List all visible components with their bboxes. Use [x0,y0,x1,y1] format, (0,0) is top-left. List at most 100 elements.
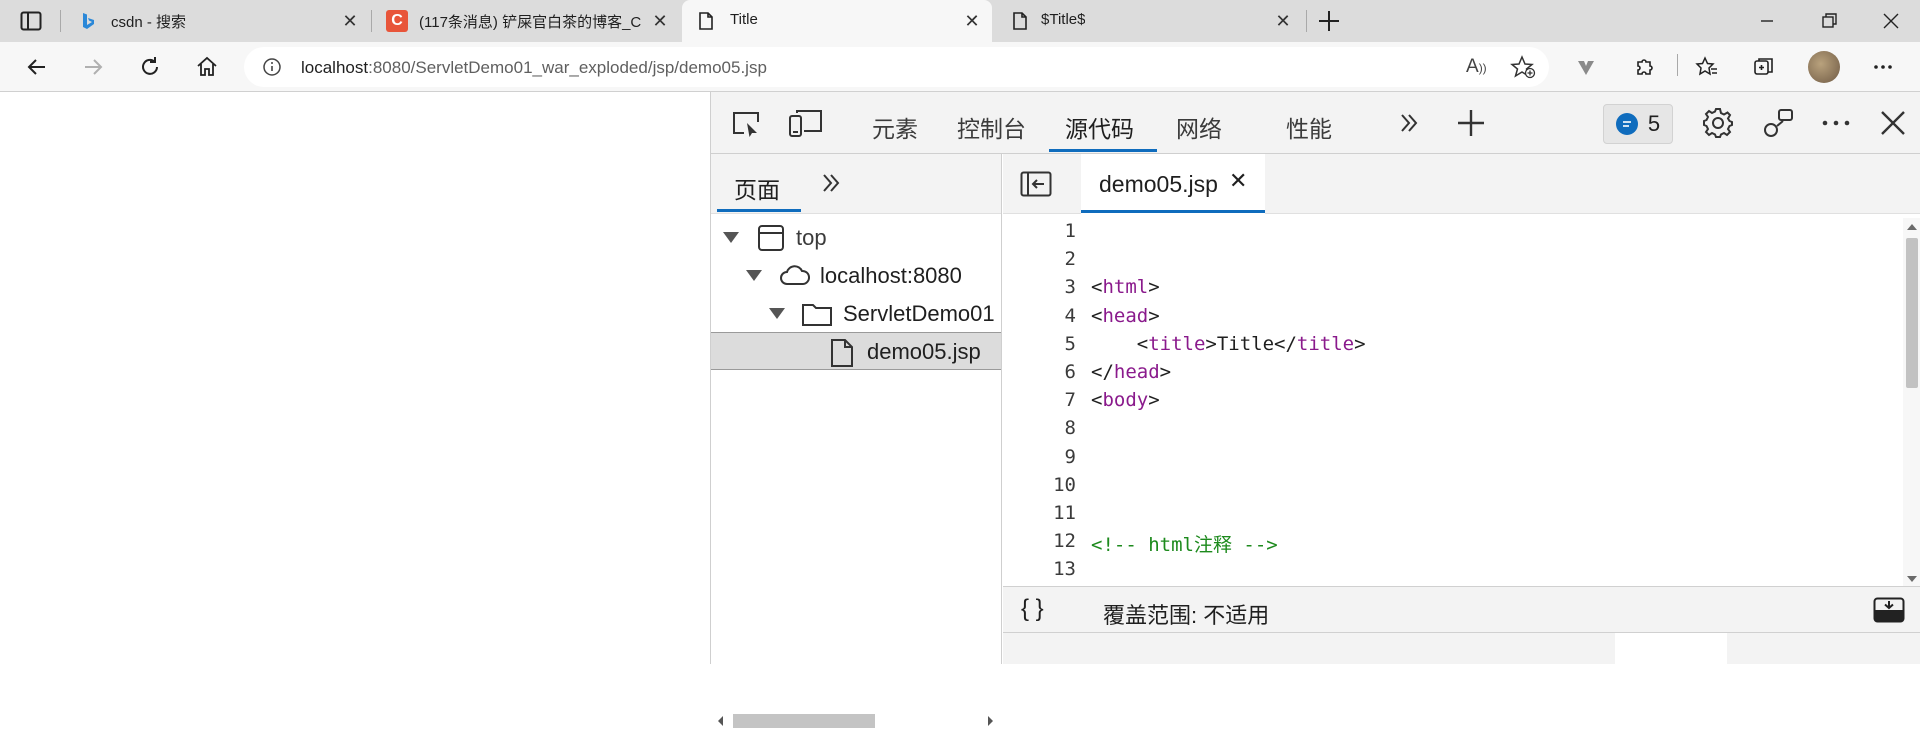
forward-button[interactable] [76,50,110,84]
toggle-navigator-icon[interactable] [1020,171,1052,197]
tree-item-top[interactable]: top [711,218,1001,256]
avatar[interactable] [1808,51,1840,83]
code-line[interactable]: 4 <head> [1003,305,1903,333]
new-tab-button[interactable] [1316,8,1342,34]
tab-elements[interactable]: 元素 [872,110,918,144]
refresh-button[interactable] [133,50,167,84]
extension-v-icon[interactable] [1569,50,1603,84]
line-number[interactable]: 6 [1003,361,1076,383]
close-icon[interactable]: ✕ [1272,10,1294,32]
line-number[interactable]: 4 [1003,305,1076,327]
back-button[interactable] [20,50,54,84]
tab-separator [60,10,61,32]
code-line[interactable]: 3 <html> [1003,276,1903,304]
file-tab-label: demo05.jsp [1099,171,1218,197]
line-number[interactable]: 13 [1003,558,1076,580]
info-icon[interactable] [262,57,282,77]
line-number[interactable]: 3 [1003,276,1076,298]
tab-performance[interactable]: 性能 [1286,110,1332,144]
customize-icon[interactable] [1758,103,1798,143]
add-favorite-icon[interactable] [1510,55,1536,79]
more-tabs-chevron-icon[interactable] [1389,103,1429,143]
more-options-icon[interactable] [1866,50,1900,84]
address-bar[interactable]: localhost:8080/ServletDemo01_war_explode… [244,47,1549,87]
drawer-tab[interactable] [1615,633,1727,665]
line-number[interactable]: 9 [1003,446,1076,468]
device-emulation-icon[interactable] [786,104,826,144]
tab-actions-icon[interactable] [20,11,42,31]
add-tab-icon[interactable] [1451,103,1491,143]
line-number[interactable]: 2 [1003,248,1076,270]
extensions-icon[interactable] [1627,50,1661,84]
close-devtools-icon[interactable] [1873,103,1913,143]
close-icon[interactable]: ✕ [961,10,983,32]
code-text: <title>Title</title> [1091,332,1366,355]
tab-console[interactable]: 控制台 [957,110,1026,144]
active-tab-indicator [717,209,801,212]
browser-tab-dollar-title[interactable]: $Title$ ✕ [996,0,1306,42]
code-line[interactable]: 12 <!-- html注释 --> [1003,530,1903,558]
read-aloud-icon[interactable]: A)) [1466,56,1490,78]
pretty-print-button[interactable]: { } [1021,595,1044,623]
line-number[interactable]: 8 [1003,417,1076,439]
code-line[interactable]: 5 <title>Title</title> [1003,333,1903,361]
page-viewport[interactable] [0,93,710,664]
expand-triangle-icon[interactable] [769,308,785,319]
vertical-scrollbar[interactable] [1903,218,1920,588]
editor-file-tab[interactable]: demo05.jsp ✕ [1081,154,1265,214]
tree-item-demo05-jsp[interactable]: demo05.jsp [711,332,1001,370]
code-line[interactable]: 6 </head> [1003,361,1903,389]
expand-triangle-icon[interactable] [746,270,762,281]
collections-icon[interactable] [1747,50,1781,84]
tree-item-localhost[interactable]: localhost:8080 [711,256,1001,294]
browser-tab-csdn-blog[interactable]: C (117条消息) 铲屎官白茶的博客_C ✕ [374,0,679,42]
code-text: </head> [1091,361,1172,383]
tab-title: csdn - 搜索 [111,14,187,31]
close-icon[interactable]: ✕ [649,10,671,32]
code-area[interactable]: 1 2 3 <html> 4 <head> 5 <title>Title</title> 6 <… [1003,220,1903,586]
code-line[interactable]: 1 [1003,220,1903,248]
line-number[interactable]: 11 [1003,502,1076,524]
folder-icon [801,300,833,328]
scrollbar-thumb[interactable] [1906,238,1918,388]
inspect-element-icon[interactable] [726,104,766,144]
editor-status-bar: { } 覆盖范围: 不适用 [1003,586,1920,632]
code-line[interactable]: 9 [1003,446,1903,474]
code-line[interactable]: 7 <body> [1003,389,1903,417]
code-line[interactable]: 8 [1003,417,1903,445]
settings-gear-icon[interactable] [1698,103,1738,143]
code-line[interactable]: 2 [1003,248,1903,276]
navigator-header: 页面 [711,154,1001,214]
code-text: <html> [1091,276,1160,299]
home-button[interactable] [190,50,224,84]
more-options-icon[interactable] [1816,103,1856,143]
more-tabs-chevron-icon[interactable] [819,171,843,195]
line-number[interactable]: 5 [1003,333,1076,355]
line-number[interactable]: 1 [1003,220,1076,242]
tab-page[interactable]: 页面 [734,171,780,205]
horizontal-scrollbar[interactable] [711,710,1001,732]
tab-title: (117条消息) 铲屎官白茶的博客_C [419,14,642,31]
close-window-button[interactable] [1880,10,1902,32]
close-icon[interactable]: ✕ [339,10,361,32]
code-line[interactable]: 10 [1003,474,1903,502]
tab-sources[interactable]: 源代码 [1065,110,1134,144]
restore-button[interactable] [1818,10,1840,32]
line-number[interactable]: 10 [1003,474,1076,496]
close-icon[interactable]: ✕ [1229,168,1247,194]
browser-tab-csdn-search[interactable]: csdn - 搜索 ✕ [64,0,369,42]
drawer-toggle-icon[interactable] [1873,597,1905,623]
line-number[interactable]: 7 [1003,389,1076,411]
expand-triangle-icon[interactable] [723,232,739,243]
line-number[interactable]: 12 [1003,530,1076,552]
tab-network[interactable]: 网络 [1176,110,1222,144]
tree-item-servletdemo01[interactable]: ServletDemo01 [711,294,1001,332]
code-line[interactable]: 13 [1003,558,1903,586]
minimize-button[interactable] [1756,10,1778,32]
browser-tab-title[interactable]: Title ✕ [682,0,992,42]
page-icon [1010,11,1030,31]
issues-button[interactable]: 5 [1603,104,1673,144]
code-line[interactable]: 11 [1003,502,1903,530]
csdn-icon: C [386,10,408,32]
favorites-icon[interactable] [1690,50,1724,84]
